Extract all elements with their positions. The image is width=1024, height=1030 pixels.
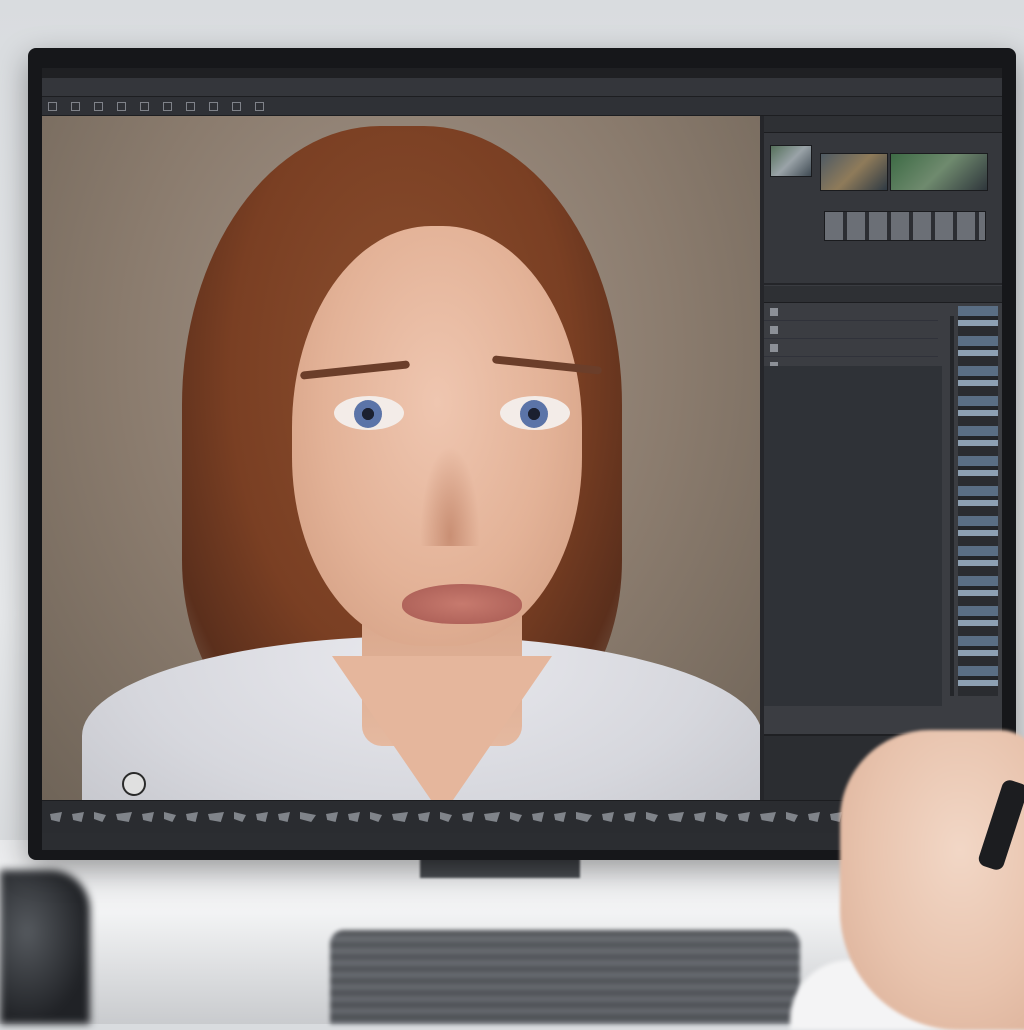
- select-icon[interactable]: [510, 812, 522, 822]
- option-toggle[interactable]: [186, 102, 195, 111]
- crop-icon[interactable]: [554, 812, 566, 822]
- eyedropper-icon[interactable]: [576, 812, 592, 822]
- eraser-icon[interactable]: [694, 812, 706, 822]
- screen: [42, 68, 1002, 850]
- move-icon[interactable]: [50, 812, 62, 822]
- menu-bar: [42, 78, 1002, 97]
- navigator-header: [764, 116, 1002, 133]
- dodge-icon[interactable]: [326, 812, 338, 822]
- eraser-icon[interactable]: [256, 812, 268, 822]
- path-icon[interactable]: [392, 812, 408, 822]
- gradient-icon[interactable]: [278, 812, 290, 822]
- gradient-icon[interactable]: [716, 812, 728, 822]
- option-toggle[interactable]: [71, 102, 80, 111]
- left-iris: [354, 400, 382, 428]
- swatches-strip[interactable]: [958, 306, 998, 696]
- portrait-nose: [420, 446, 480, 546]
- stamp-icon[interactable]: [208, 812, 224, 822]
- option-toggle[interactable]: [94, 102, 103, 111]
- navigator-thumbnail[interactable]: [890, 153, 988, 191]
- layers-list[interactable]: [764, 366, 942, 706]
- monitor: [28, 48, 1016, 860]
- blur-icon[interactable]: [300, 812, 316, 822]
- zoom-icon[interactable]: [122, 772, 146, 796]
- workspace: [42, 116, 1002, 850]
- portrait-lips: [402, 584, 522, 624]
- lasso-icon[interactable]: [94, 812, 106, 822]
- navigator-panel: [764, 133, 1002, 285]
- right-panels: [760, 116, 1002, 800]
- brush-icon[interactable]: [186, 812, 198, 822]
- history-icon[interactable]: [668, 812, 684, 822]
- history-icon[interactable]: [234, 812, 246, 822]
- hand-icon[interactable]: [440, 812, 452, 822]
- option-toggle[interactable]: [255, 102, 264, 111]
- option-toggle[interactable]: [117, 102, 126, 111]
- stamp-icon[interactable]: [646, 812, 658, 822]
- type-icon[interactable]: [370, 812, 382, 822]
- filmstrip[interactable]: [824, 211, 986, 241]
- dodge-icon[interactable]: [760, 812, 776, 822]
- portrait-face: [292, 226, 582, 646]
- blur-icon[interactable]: [738, 812, 750, 822]
- pen-icon[interactable]: [348, 812, 360, 822]
- crop-icon[interactable]: [116, 812, 132, 822]
- zoom-icon[interactable]: [462, 812, 474, 822]
- right-eye: [500, 396, 570, 430]
- option-toggle[interactable]: [163, 102, 172, 111]
- pen-icon[interactable]: [786, 812, 798, 822]
- layers-scrollbar[interactable]: [950, 316, 954, 696]
- heal-icon[interactable]: [164, 812, 176, 822]
- hand: [840, 730, 1024, 1030]
- layer-row[interactable]: [764, 321, 938, 339]
- navigator-thumbnail[interactable]: [820, 153, 888, 191]
- layer-row[interactable]: [764, 339, 938, 357]
- option-toggle[interactable]: [140, 102, 149, 111]
- option-toggle[interactable]: [232, 102, 241, 111]
- layers-panel: [764, 286, 1002, 800]
- eyedropper-icon[interactable]: [142, 812, 154, 822]
- type-icon[interactable]: [808, 812, 820, 822]
- layer-visibility-icon[interactable]: [770, 325, 778, 334]
- options-bar: [42, 97, 1002, 116]
- lasso-icon[interactable]: [532, 812, 544, 822]
- move-icon[interactable]: [484, 812, 500, 822]
- brush-icon[interactable]: [624, 812, 636, 822]
- select-icon[interactable]: [72, 812, 84, 822]
- right-iris: [520, 400, 548, 428]
- layer-visibility-icon[interactable]: [770, 307, 778, 316]
- layer-row[interactable]: [764, 303, 938, 321]
- option-toggle[interactable]: [209, 102, 218, 111]
- heal-icon[interactable]: [602, 812, 614, 822]
- image-canvas[interactable]: [42, 116, 760, 800]
- layers-tabs: [764, 286, 1002, 303]
- left-eye: [334, 396, 404, 430]
- title-bar: [42, 68, 1002, 78]
- navigator-thumbnail[interactable]: [770, 145, 812, 177]
- keyboard: [330, 930, 800, 1024]
- shape-icon[interactable]: [418, 812, 430, 822]
- option-toggle[interactable]: [48, 102, 57, 111]
- layer-visibility-icon[interactable]: [770, 343, 778, 352]
- blurred-object: [0, 870, 90, 1024]
